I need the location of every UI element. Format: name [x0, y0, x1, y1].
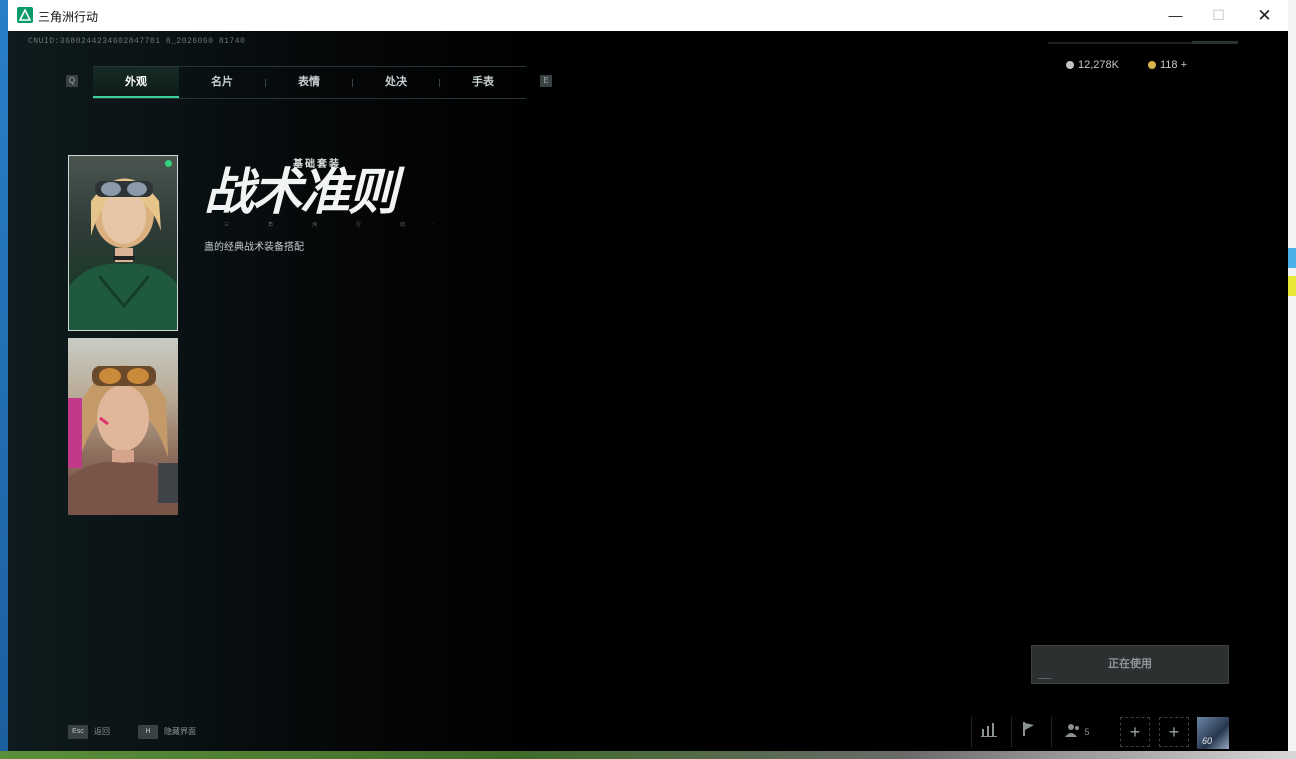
back-hint[interactable]: Esc 返回 — [68, 722, 110, 742]
underline-char: 动 — [400, 222, 406, 228]
desktop-bottom-edge — [0, 751, 1296, 759]
skin-name-underline: · 三 角 洲 行 动 · — [204, 221, 436, 229]
gold-currency[interactable]: 118 + — [1148, 59, 1187, 71]
tab-emotes[interactable]: 表情 — [266, 67, 352, 98]
operator-portrait-2 — [68, 365, 178, 515]
player-level: 60 — [1202, 736, 1213, 746]
in-use-label: 正在使用 — [1108, 658, 1152, 670]
gold-currency-value: 118 + — [1160, 59, 1188, 71]
tab-prev-key[interactable]: Q — [66, 75, 78, 87]
underline-char: 行 — [356, 222, 362, 228]
tab-bar: 外观 名片 表情 处决 手表 — [93, 66, 526, 99]
desktop-right-edge — [1288, 0, 1296, 759]
minimize-button[interactable]: — — [1153, 0, 1198, 31]
stats-icon[interactable] — [971, 717, 1006, 747]
skin-name: 战术准则 — [204, 164, 398, 220]
underline-dot: · — [432, 221, 434, 227]
squad-count: 5 — [1084, 727, 1090, 737]
silver-coin-icon — [1066, 61, 1074, 70]
button-accent-line — [1038, 678, 1052, 679]
tab-namecard[interactable]: 名片 — [179, 67, 265, 98]
top-divider-accent — [1192, 41, 1238, 44]
game-window: 三角洲行动 — ☐ ✕ CNUID:3680244234602847781 8_… — [8, 0, 1288, 751]
maximize-button[interactable]: ☐ — [1196, 0, 1241, 31]
underline-char: 洲 — [312, 222, 318, 228]
h-key: H — [138, 724, 158, 739]
back-label: 返回 — [94, 727, 110, 736]
player-uid: CNUID:3680244234602847781 8_2026060 8174… — [28, 37, 246, 46]
tab-appearance[interactable]: 外观 — [93, 67, 179, 98]
title-bar[interactable]: 三角洲行动 — ☐ ✕ — [8, 0, 1288, 32]
desktop-left-edge — [0, 0, 8, 759]
squad-icon[interactable]: 5 — [1051, 717, 1102, 747]
esc-key: Esc — [68, 724, 88, 739]
game-viewport: CNUID:3680244234602847781 8_2026060 8174… — [8, 31, 1288, 751]
close-button[interactable]: ✕ — [1242, 0, 1287, 31]
skin-card[interactable] — [68, 338, 178, 515]
invite-slot-button[interactable]: + — [1120, 717, 1150, 747]
underline-char: 角 — [268, 222, 274, 228]
desktop-right-highlight-2 — [1288, 276, 1296, 296]
underline-dot: · — [204, 221, 206, 227]
desktop-right-highlight — [1288, 248, 1296, 268]
hide-ui-label: 隐藏界面 — [164, 727, 196, 736]
operator-portrait-1 — [69, 178, 177, 330]
tab-execution[interactable]: 处决 — [353, 67, 439, 98]
tab-next-key[interactable]: E — [540, 75, 552, 87]
skin-card-selected[interactable] — [68, 155, 178, 331]
in-use-button[interactable]: 正在使用 — [1031, 645, 1229, 684]
hide-ui-hint[interactable]: H 隐藏界面 — [138, 722, 196, 742]
tab-watch[interactable]: 手表 — [440, 67, 526, 98]
underline-char: 三 — [224, 222, 230, 228]
app-logo-icon — [17, 7, 33, 23]
silver-currency-value: 12,278K — [1078, 59, 1119, 71]
invite-slot-button[interactable]: + — [1159, 717, 1189, 747]
skin-description: 蛊的经典战术装备搭配 — [204, 242, 304, 253]
silver-currency: 12,278K — [1066, 59, 1119, 71]
selected-indicator — [165, 160, 172, 167]
gold-coin-icon — [1148, 61, 1156, 70]
flag-icon[interactable] — [1011, 717, 1046, 747]
window-title: 三角洲行动 — [38, 10, 99, 24]
